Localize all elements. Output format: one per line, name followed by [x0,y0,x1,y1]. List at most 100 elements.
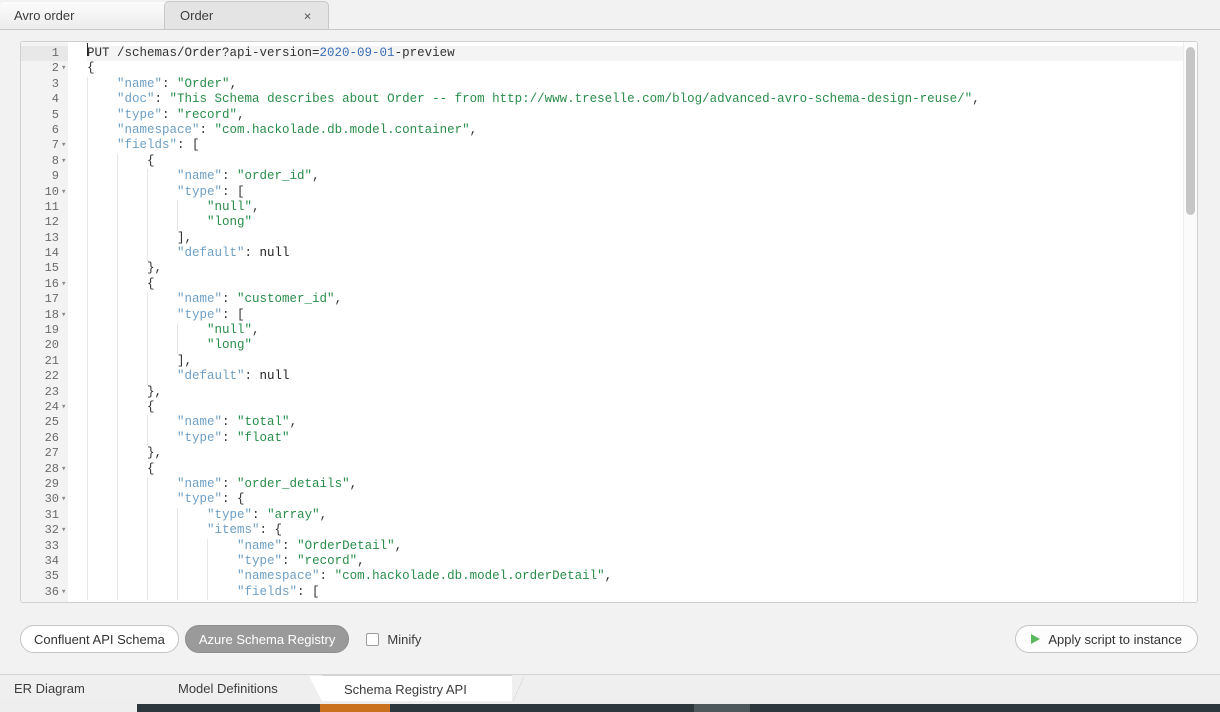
chevron-down-icon[interactable]: ▾ [61,185,71,200]
code-line[interactable]: 35 "namespace": "com.hackolade.db.model.… [21,569,1197,585]
indent-guide [87,446,88,462]
chevron-down-icon[interactable]: ▾ [61,277,71,292]
code-line[interactable]: 6 "namespace": "com.hackolade.db.model.c… [21,122,1197,139]
code-line[interactable]: 29 "name": "order_details", [21,476,1197,493]
code-line[interactable]: 4 "doc": "This Schema describes about Or… [21,92,1197,108]
code-token: "default" [177,369,245,384]
code-line[interactable]: 13 ], [21,230,1197,247]
bottom-tab-label: ER Diagram [14,681,85,696]
code-token: ], [87,230,193,245]
code-line[interactable]: 2 ▾{ [21,61,1197,76]
indent-guide [87,92,88,108]
indent-guide [87,292,88,308]
chevron-down-icon[interactable]: ▾ [61,308,71,323]
code-line[interactable]: 5 "type": "record", [21,107,1197,123]
code-line[interactable]: 10 ▾ "type": [ [21,184,1197,200]
line-number: 31 [44,507,59,522]
code-line[interactable]: 16 ▾ { [21,276,1197,293]
azure-schema-registry-button[interactable]: Azure Schema Registry [184,625,350,653]
code-line[interactable]: 20 "long" [21,338,1197,354]
code-line[interactable]: 3 "name": "Order", [21,76,1197,93]
editor-vertical-scrollbar[interactable] [1183,42,1197,602]
code-token: : [282,538,298,553]
indent-guide [87,369,88,385]
code-line[interactable]: 19 "null", [21,323,1197,339]
code-token: "doc" [117,92,155,107]
chevron-down-icon[interactable]: ▾ [61,138,71,153]
code-line[interactable]: 22 "default": null [21,369,1197,385]
code-line[interactable]: 15 }, [21,261,1197,277]
chevron-down-icon[interactable]: ▾ [61,400,71,415]
indent-guide [117,323,119,339]
code-token: , [252,199,260,214]
minify-checkbox[interactable] [366,632,380,646]
code-line[interactable]: 11 "null", [21,199,1197,216]
confluent-api-schema-button[interactable]: Confluent API Schema [20,625,179,653]
code-line[interactable]: 8 ▾ { [21,153,1197,170]
top-tab-bar: Avro order Order × [0,0,1220,30]
chevron-down-icon[interactable]: ▾ [61,154,71,169]
minify-checkbox-row[interactable]: Minify [366,632,421,647]
taskbar-item[interactable] [694,704,750,712]
indent-guide [117,523,119,539]
code-token: "default" [177,246,245,261]
code-line[interactable]: 28 ▾ { [21,461,1197,477]
close-icon[interactable]: × [301,9,314,22]
bottom-tab-er-diagram[interactable]: ER Diagram [0,675,172,702]
code-line[interactable]: 23 }, [21,384,1197,400]
code-token: : [199,122,215,137]
taskbar-active-item[interactable] [320,704,390,712]
code-line[interactable]: 36 ▾ "fields": [ [21,584,1197,601]
line-number: 1 [21,46,68,62]
code-line[interactable]: 12 "long" [21,215,1197,231]
code-line[interactable]: 7 ▾ "fields": [ [21,138,1197,154]
chevron-down-icon[interactable]: ▾ [61,61,71,76]
code-line[interactable]: 1 PUT /schemas/Order?api-version=2020-09-… [21,46,1197,62]
indent-guide [117,153,119,170]
bottom-tab-schema-registry-api[interactable]: Schema Registry API [309,675,524,703]
code-token: : [244,246,260,261]
chevron-down-icon[interactable]: ▾ [61,492,71,507]
code-line[interactable]: 18 ▾ "type": [ [21,307,1197,324]
indent-guide [117,538,119,554]
code-line[interactable]: 17 "name": "customer_id", [21,292,1197,308]
indent-guide [147,215,149,231]
code-line[interactable]: 30 ▾ "type": { [21,492,1197,508]
code-line[interactable]: 33 "name": "OrderDetail", [21,538,1197,554]
code-lines[interactable]: 1 PUT /schemas/Order?api-version=2020-09-… [21,46,1197,601]
top-tab-order[interactable]: Order × [164,1,329,29]
indent-guide [117,461,119,477]
indent-guide [87,307,88,324]
apply-script-to-instance-button[interactable]: Apply script to instance [1015,625,1198,653]
script-editor-panel: 1 PUT /schemas/Order?api-version=2020-09-… [20,41,1198,603]
code-line[interactable]: 14 "default": null [21,246,1197,262]
chevron-down-icon[interactable]: ▾ [61,462,71,477]
chevron-down-icon[interactable]: ▾ [61,585,71,600]
indent-guide [117,399,119,416]
code-token: "com.hackolade.db.model.orderDetail" [334,569,605,584]
code-token: , [349,476,358,491]
code-line[interactable]: 31 "type": "array", [21,507,1197,524]
code-token: : [ [222,184,245,199]
code-line[interactable]: 25 "name": "total", [21,415,1197,431]
scrollbar-thumb[interactable] [1186,47,1195,215]
code-line[interactable]: 27 }, [21,446,1197,462]
indent-guide [177,553,179,570]
code-token: "name" [177,415,223,430]
top-tab-avro-order[interactable]: Avro order [0,2,170,29]
code-line[interactable]: 21 ], [21,353,1197,370]
code-line[interactable]: 32 ▾ "items": { [21,523,1197,539]
chevron-down-icon[interactable]: ▾ [61,523,71,538]
code-line[interactable]: 34 "type": "record", [21,553,1197,570]
bottom-tab-model-definitions[interactable]: Model Definitions [160,675,334,702]
code-line[interactable]: 24 ▾ { [21,399,1197,416]
code-text: "items": { [87,523,1197,539]
line-number: 27 [44,446,59,461]
code-editor[interactable]: 1 PUT /schemas/Order?api-version=2020-09-… [21,42,1197,602]
code-line[interactable]: 26 "type": "float" [21,430,1197,447]
code-line[interactable]: 9 "name": "order_id", [21,169,1197,185]
